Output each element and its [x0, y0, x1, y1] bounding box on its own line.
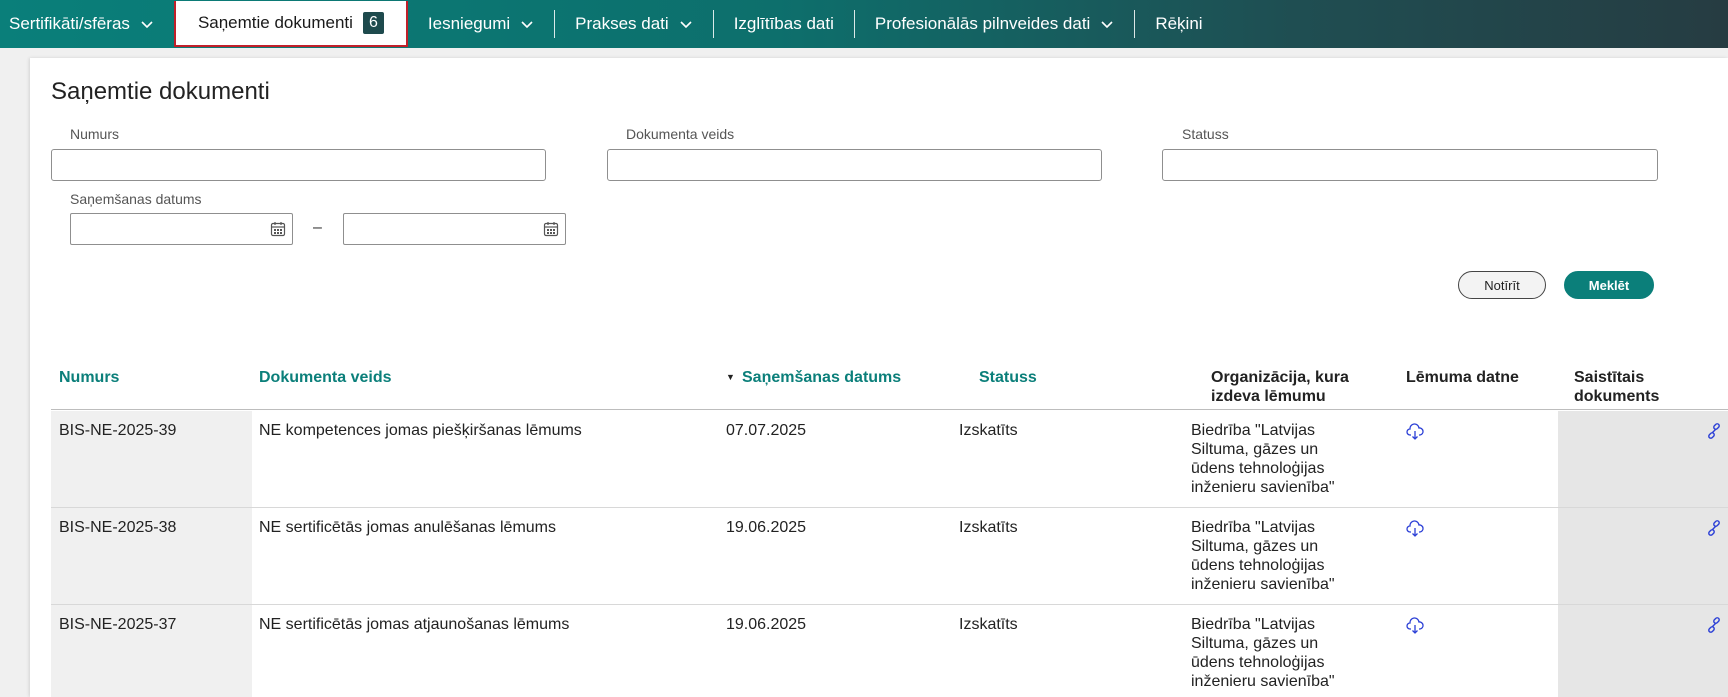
- nav-sanemtie-dokumenti[interactable]: Saņemtie dokumenti 6: [173, 1, 408, 47]
- row-stripe: [1558, 508, 1728, 604]
- link-icon[interactable]: [1706, 617, 1722, 633]
- column-header-status[interactable]: Statuss: [979, 368, 1037, 387]
- cell-number: BIS-NE-2025-37: [59, 616, 177, 633]
- top-navigation: Sertifikāti/sfēras Saņemtie dokumenti 6 …: [0, 0, 1728, 48]
- chevron-down-icon: [521, 21, 533, 29]
- link-icon[interactable]: [1706, 423, 1722, 439]
- nav-label: Profesionālās pilnveides dati: [874, 14, 1091, 33]
- nav-izglitibas-dati[interactable]: Izglītības dati: [714, 0, 854, 48]
- nav-label: Izglītības dati: [733, 14, 834, 33]
- count-badge: 6: [362, 12, 384, 34]
- doc-type-label: Dokumenta veids: [626, 126, 735, 142]
- nav-sertifikati-sferas[interactable]: Sertifikāti/sfēras: [0, 0, 174, 48]
- date-from-input[interactable]: [70, 213, 293, 245]
- nav-prakses-dati[interactable]: Prakses dati: [555, 0, 713, 48]
- search-button[interactable]: Meklēt: [1564, 271, 1654, 299]
- column-header-decision-file: Lēmuma datne: [1406, 369, 1519, 386]
- doc-type-select[interactable]: [607, 149, 1102, 181]
- sort-desc-icon: ▼: [726, 372, 735, 382]
- cell-status: Izskatīts: [959, 422, 1018, 439]
- cell-status: Izskatīts: [959, 616, 1018, 633]
- row-stripe: [1558, 411, 1728, 507]
- cell-date: 19.06.2025: [726, 616, 807, 633]
- nav-rekini[interactable]: Rēķini: [1135, 0, 1222, 48]
- table-row: BIS-NE-2025-39 NE kompetences jomas pieš…: [51, 411, 1728, 508]
- nav-iesniegumi[interactable]: Iesniegumi: [408, 0, 554, 48]
- nav-label: Iesniegumi: [427, 14, 511, 33]
- row-stripe: [1558, 605, 1728, 697]
- nav-label: Sertifikāti/sfēras: [9, 14, 130, 33]
- date-range-separator: –: [313, 219, 322, 236]
- cell-date: 07.07.2025: [726, 422, 807, 439]
- cloud-download-icon[interactable]: [1406, 520, 1424, 538]
- calendar-icon[interactable]: [543, 221, 559, 237]
- cell-number: BIS-NE-2025-38: [59, 519, 177, 536]
- cell-organization: Biedrība "Latvijas Siltuma, gāzes un ūde…: [1191, 616, 1335, 690]
- column-header-related-doc: Saistītais dokuments: [1574, 369, 1660, 405]
- cell-doc-type: NE kompetences jomas piešķiršanas lēmums: [259, 422, 582, 439]
- cell-organization: Biedrība "Latvijas Siltuma, gāzes un ūde…: [1191, 519, 1335, 593]
- table-header: Numurs Dokumenta veids ▼ Saņemšanas datu…: [51, 358, 1728, 410]
- calendar-icon[interactable]: [270, 221, 286, 237]
- content-panel: Saņemtie dokumenti Numurs Dokumenta veid…: [30, 58, 1728, 697]
- cell-date: 19.06.2025: [726, 519, 807, 536]
- cell-doc-type: NE sertificētās jomas atjaunošanas lēmum…: [259, 616, 570, 633]
- nav-label: Prakses dati: [575, 14, 669, 33]
- chevron-down-icon: [680, 21, 692, 29]
- date-to-input[interactable]: [343, 213, 566, 245]
- column-header-doc-type[interactable]: Dokumenta veids: [259, 368, 391, 387]
- cell-organization: Biedrība "Latvijas Siltuma, gāzes un ūde…: [1191, 422, 1335, 496]
- cell-number: BIS-NE-2025-39: [59, 422, 177, 439]
- status-select[interactable]: [1162, 149, 1658, 181]
- nav-label: Saņemtie dokumenti: [197, 13, 353, 32]
- column-header-date[interactable]: Saņemšanas datums: [742, 368, 901, 387]
- cell-status: Izskatīts: [959, 519, 1018, 536]
- number-label: Numurs: [70, 126, 120, 142]
- column-header-number[interactable]: Numurs: [59, 368, 119, 387]
- number-input[interactable]: [51, 149, 546, 181]
- page-title: Saņemtie dokumenti: [51, 78, 270, 105]
- cell-doc-type: NE sertificētās jomas anulēšanas lēmums: [259, 519, 557, 536]
- clear-button[interactable]: Notīrīt: [1458, 271, 1546, 299]
- cloud-download-icon[interactable]: [1406, 617, 1424, 635]
- table-row: BIS-NE-2025-38 NE sertificētās jomas anu…: [51, 508, 1728, 605]
- cloud-download-icon[interactable]: [1406, 423, 1424, 441]
- status-label: Statuss: [1182, 126, 1229, 142]
- chevron-down-icon: [141, 21, 153, 29]
- table-row: BIS-NE-2025-37 NE sertificētās jomas atj…: [51, 605, 1728, 697]
- chevron-down-icon: [1101, 21, 1113, 29]
- link-icon[interactable]: [1706, 520, 1722, 536]
- date-label: Saņemšanas datums: [70, 191, 202, 207]
- nav-label: Rēķini: [1155, 14, 1203, 33]
- nav-profesionalas-pilnveides-dati[interactable]: Profesionālās pilnveides dati: [855, 0, 1134, 48]
- column-header-organization: Organizācija, kura izdeva lēmumu: [1211, 369, 1349, 405]
